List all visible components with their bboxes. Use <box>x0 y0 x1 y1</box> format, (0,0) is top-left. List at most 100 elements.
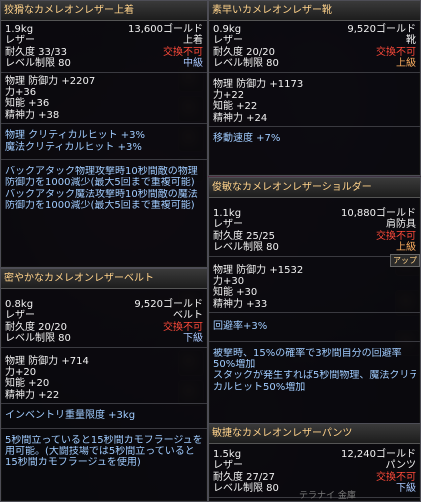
item-bonuses: インベントリ重量限度 +3kg <box>1 404 207 429</box>
item-price: 9,520ゴールド <box>347 24 416 35</box>
desc-line: 用可能。(大闘技場では5秒間立っていると <box>5 445 195 457</box>
stat-line: 精神力 +24 <box>213 112 268 124</box>
item-tooltip-shoes: 素早いカメレオンレザー靴 0.9kg 9,520ゴールド レザー 靴 耐久度 20/… <box>208 0 421 176</box>
item-weight: 1.5kg <box>213 449 242 460</box>
stat-line: 知能 +22 <box>213 101 258 113</box>
item-level-limit: レベル制限 80 <box>5 333 71 345</box>
desc-line: 被撃時、15%の確率で3秒間自分の回避率 <box>213 347 402 359</box>
stat-line: 力+30 <box>213 275 245 287</box>
item-durability: 耐久度 20/20 <box>213 46 275 58</box>
item-trade-status: 交換不可 <box>163 321 203 333</box>
desc-line: 防御力を1000減少(最大5回まで重複可能) <box>5 177 195 189</box>
stat-line: 力+20 <box>5 366 37 378</box>
item-slot: ベルト <box>173 310 203 322</box>
item-trade-status: 交換不可 <box>163 46 203 58</box>
desc-line: スタックが発生すれば5秒間物理、魔法クリティ <box>213 370 416 382</box>
item-material: レザー <box>5 310 35 322</box>
item-slot: 肩防具 <box>386 219 416 231</box>
item-description: 被撃時、15%の確率で3秒間自分の回避率 50%増加 スタックが発生すれば5秒間… <box>209 342 420 396</box>
desc-line: バックアタック物理攻撃時10秒間敵の物理 <box>5 165 198 177</box>
item-description: 5秒間立っていると15秒間カモフラージュを使 用可能。(大闘技場では5秒間立って… <box>1 429 207 471</box>
item-title: 密やかなカメレオンレザーベルト <box>1 269 207 289</box>
item-stats: 物理 防御力 +714 力+20 知能 +20 精神力 +22 <box>1 348 207 405</box>
item-title: 狡猾なカメレオンレザー上着 <box>1 1 207 21</box>
item-level-limit: レベル制限 80 <box>213 242 279 254</box>
item-title: 素早いカメレオンレザー靴 <box>209 1 420 21</box>
item-grade: 上級 <box>396 242 416 254</box>
item-basic-info: 0.9kg 9,520ゴールド レザー 靴 耐久度 20/20 交換不可 レベル制限 … <box>209 21 420 73</box>
item-tooltip-belt: 密やかなカメレオンレザーベルト 0.8kg 9,520ゴールド レザー ベルト 耐久… <box>0 268 208 502</box>
item-price: 10,880ゴールド <box>341 208 416 219</box>
stat-line: 物理 防御力 +1173 <box>213 78 304 90</box>
item-durability: 耐久度 33/33 <box>5 46 67 58</box>
item-bonuses: 物理 クリティカルヒット +3% 魔法クリティカルヒット +3% <box>1 124 207 160</box>
item-weight: 1.1kg <box>213 208 242 219</box>
stat-line: 知能 +30 <box>213 287 258 299</box>
desc-line: 5秒間立っていると15秒間カモフラージュを使 <box>5 434 203 446</box>
item-tooltip-shoulder: 俊敏なカメレオンレザーショルダー 1.1kg 10,880ゴールド レザー 肩防具 … <box>208 177 421 425</box>
item-title: 敏捷なカメレオンレザーパンツ <box>209 424 420 444</box>
item-basic-info: 0.8kg 9,520ゴールド レザー ベルト 耐久度 20/20 交換不可 レベル制… <box>1 289 207 348</box>
item-tooltip-jacket: 狡猾なカメレオンレザー上着 1.9kg 13,600ゴールド レザー 上着 耐久度 … <box>0 0 208 268</box>
item-durability: 耐久度 27/27 <box>213 471 275 483</box>
item-price: 12,240ゴールド <box>341 449 416 460</box>
item-trade-status: 交換不可 <box>376 230 416 242</box>
bonus-line: 物理 クリティカルヒット +3% <box>5 130 146 142</box>
item-stats: 物理 防御力 +1173 力+22 知能 +22 精神力 +24 <box>209 73 420 128</box>
item-durability: 耐久度 20/20 <box>5 321 67 333</box>
stat-line: 知能 +36 <box>5 98 50 110</box>
item-basic-info: 1.5kg 12,240ゴールド レザー パンツ 耐久度 27/27 交換不可 レベル… <box>209 444 420 498</box>
desc-line: 15秒間カモフラージュを使用) <box>5 457 141 469</box>
bonus-line: 移動速度 +7% <box>213 133 281 145</box>
item-bonuses: 移動速度 +7% <box>209 127 420 146</box>
item-title: 俊敏なカメレオンレザーショルダー <box>209 178 420 198</box>
item-trade-status: 交換不可 <box>376 46 416 58</box>
item-level-limit: レベル制限 80 <box>213 58 279 70</box>
item-description: バックアタック物理攻撃時10秒間敵の物理 防御力を1000減少(最大5回まで重複… <box>1 160 207 214</box>
bonus-line: 回避率+3% <box>213 321 268 333</box>
item-weight: 0.8kg <box>5 299 34 310</box>
stat-line: 物理 防御力 +714 <box>5 355 89 367</box>
item-basic-info: 1.9kg 13,600ゴールド レザー 上着 耐久度 33/33 交換不可 レベル制… <box>1 21 207 73</box>
item-slot: 上着 <box>183 35 203 47</box>
stat-line: 力+36 <box>5 86 37 98</box>
stat-line: 物理 防御力 +2207 <box>5 75 96 87</box>
stat-line: 精神力 +22 <box>5 389 60 401</box>
item-slot: パンツ <box>385 460 417 472</box>
item-material: レザー <box>213 35 243 47</box>
bonus-line: インベントリ重量限度 +3kg <box>5 410 136 422</box>
desc-line: カルヒット50%増加 <box>213 381 306 393</box>
item-stats: 物理 防御力 +1532 力+30 知能 +30 精神力 +33 <box>209 257 420 314</box>
desc-line: 防御力を1000減少(最大5回まで重複可能) <box>5 200 195 212</box>
stat-line: 知能 +20 <box>5 378 50 390</box>
stat-line: 精神力 +33 <box>213 298 268 310</box>
item-slot: 靴 <box>406 35 416 47</box>
item-grade: 下級 <box>396 483 416 495</box>
item-bonuses: 回避率+3% <box>209 313 420 342</box>
item-grade: 中級 <box>183 58 203 70</box>
item-level-limit: レベル制限 80 <box>213 483 279 495</box>
desc-line: 50%増加 <box>213 358 256 370</box>
item-basic-info: 1.1kg 10,880ゴールド レザー 肩防具 耐久度 25/25 交換不可 レベル… <box>209 198 420 257</box>
stat-line: 物理 防御力 +1532 <box>213 264 304 276</box>
item-trade-status: 交換不可 <box>376 471 416 483</box>
item-price: 9,520ゴールド <box>134 299 203 310</box>
item-grade: 上級 <box>396 58 416 70</box>
item-tooltip-pants: 敏捷なカメレオンレザーパンツ 1.5kg 12,240ゴールド レザー パンツ 耐久… <box>208 423 421 502</box>
item-material: レザー <box>213 219 243 231</box>
desc-line: バックアタック魔法攻撃時10秒間敵の魔法 <box>5 188 198 200</box>
item-material: レザー <box>5 35 35 47</box>
item-stats: 物理 防御力 +2207 力+36 知能 +36 精神力 +38 <box>1 73 207 125</box>
bonus-line: 魔法クリティカルヒット +3% <box>5 141 142 153</box>
overlay-text: テラナイ 金庫 <box>299 491 356 501</box>
item-material: レザー <box>213 460 243 472</box>
stat-line: 力+22 <box>213 89 245 101</box>
item-durability: 耐久度 25/25 <box>213 230 275 242</box>
item-level-limit: レベル制限 80 <box>5 58 71 70</box>
item-grade: 下級 <box>183 333 203 345</box>
up-badge: アップ <box>390 254 420 267</box>
item-weight: 1.9kg <box>5 24 34 35</box>
item-price: 13,600ゴールド <box>128 24 203 35</box>
item-weight: 0.9kg <box>213 24 242 35</box>
stat-line: 精神力 +38 <box>5 109 60 121</box>
